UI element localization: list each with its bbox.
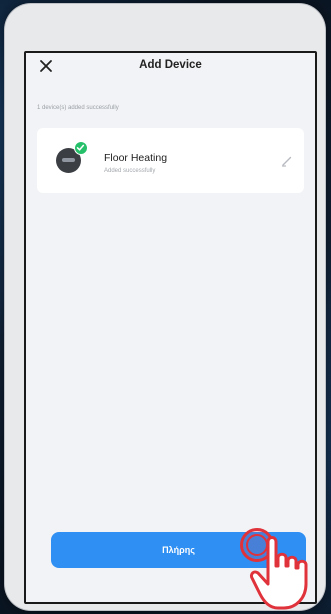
- page-title: Add Device: [139, 59, 202, 71]
- check-icon: [74, 141, 88, 155]
- app-screen: Add Device 1 device(s) added successfull…: [24, 51, 317, 604]
- device-name: Floor Heating: [104, 152, 168, 164]
- phone-frame: Add Device 1 device(s) added successfull…: [5, 4, 325, 610]
- pencil-icon: [281, 156, 292, 167]
- added-count-text: 1 device(s) added successfully: [37, 105, 119, 111]
- device-status: Added successfully: [104, 168, 156, 174]
- top-nav-bar: Add Device: [26, 53, 315, 83]
- tap-hand-icon: [248, 532, 318, 612]
- device-card[interactable]: Floor Heating Added successfully: [37, 128, 304, 193]
- edit-name-button[interactable]: [280, 154, 294, 168]
